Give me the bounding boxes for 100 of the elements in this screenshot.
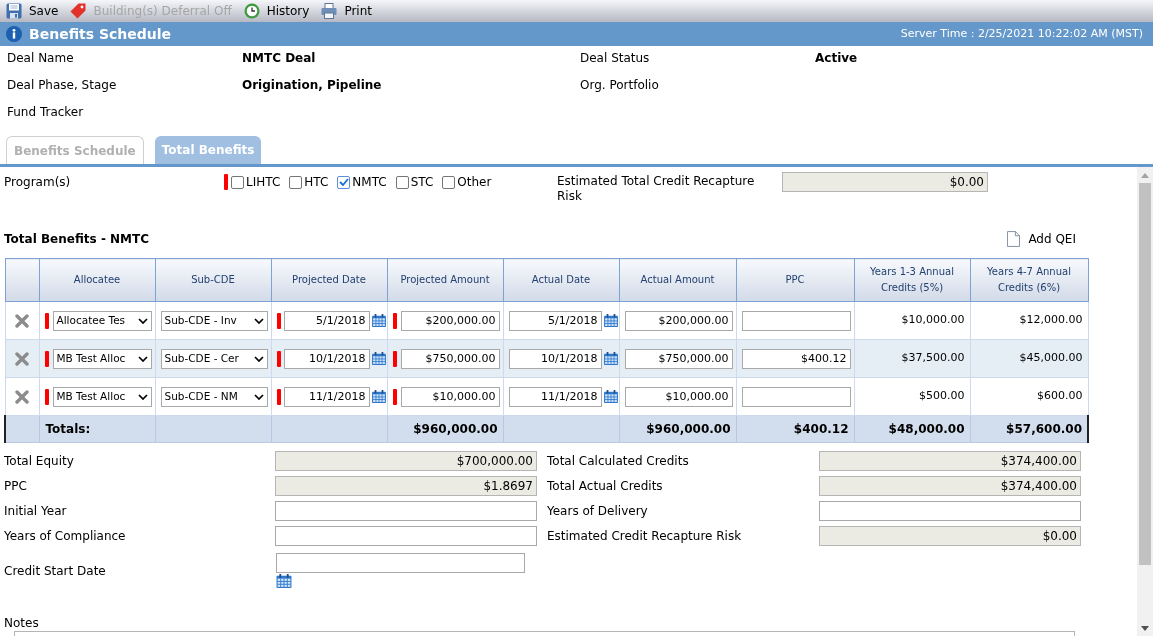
section-title: Total Benefits - NMTC [4,231,149,248]
total-value: $57,600.00 [970,415,1088,443]
dropdown[interactable]: MB Test Alloc [52,386,152,407]
total-value: $48,000.00 [854,415,970,443]
history-button[interactable]: History [237,0,316,22]
chevron-down-icon [253,355,264,362]
readonly-field[interactable]: $0.00 [782,172,988,192]
field-value: Origination, Pipeline [242,78,382,92]
amount-field[interactable]: $750,000.00 [400,348,500,369]
table-cell: $500.00 [854,377,970,416]
table-cell: $12,000.00 [970,301,1088,340]
checkbox[interactable] [337,175,351,189]
amount-field[interactable]: $200,000.00 [624,310,733,331]
field-label: Credit Start Date [4,563,106,578]
field-label: Estimated Credit Recapture Risk [547,529,742,543]
cross-icon[interactable] [15,389,29,404]
readonly-field[interactable]: $0.00 [819,526,1081,546]
dropdown[interactable]: Sub-CDE - Inv [160,310,268,331]
amount-field[interactable]: $200,000.00 [400,310,500,331]
table-cell: $10,000.00 [854,301,970,340]
field-label: Total Equity [4,454,74,468]
table-cell: $37,500.00 [854,339,970,378]
column-header: Sub-CDE [155,258,271,302]
field-label: Deal Name [7,51,74,65]
field-label: Fund Tracker [7,105,84,119]
cross-icon[interactable] [15,313,29,328]
cross-icon[interactable] [15,351,29,366]
calendar-icon[interactable] [371,352,386,365]
save-button[interactable]: Save [0,0,65,22]
checkbox-label: NMTC [352,174,387,191]
input-field[interactable] [275,501,537,521]
add-qei-button[interactable]: Add QEI [1007,230,1076,248]
readonly-field[interactable]: $1.8697 [275,476,537,496]
table-cell: $600.00 [970,377,1088,416]
amount-field[interactable]: $750,000.00 [624,348,733,369]
print-button[interactable]: Print [315,0,378,22]
calendar-icon[interactable] [603,314,618,327]
date-field[interactable]: 11/1/2018 [283,386,370,407]
notes-field[interactable] [14,631,1075,636]
date-field[interactable]: 5/1/2018 [508,310,602,331]
column-header: Projected Date [271,258,387,302]
field-value: Active [815,51,858,65]
dropdown[interactable]: Allocatee Tes [52,310,152,331]
amount-field[interactable]: $10,000.00 [400,386,500,407]
chevron-down-icon [137,393,148,400]
tag-icon [70,3,87,19]
totals-label: Totals: [39,415,155,443]
scrollbar-thumb[interactable] [1139,183,1151,565]
scrollbar[interactable] [1137,167,1153,636]
checkbox[interactable] [395,175,409,189]
column-header: Allocatee [39,258,155,302]
readonly-field[interactable]: $374,400.00 [819,451,1081,471]
arrow-down-icon[interactable] [1141,625,1149,631]
chevron-down-icon [137,317,148,324]
total-value: $960,000.00 [387,415,503,443]
field-label: Total Actual Credits [547,479,663,493]
date-field[interactable] [276,553,525,573]
checkbox-label: Other [457,174,492,191]
table-cell: $45,000.00 [970,339,1088,378]
date-field[interactable]: 5/1/2018 [283,310,370,331]
field-value: NMTC Deal [242,51,316,65]
readonly-field[interactable]: $700,000.00 [275,451,537,471]
chevron-down-icon [137,355,148,362]
date-field[interactable]: 10/1/2018 [283,348,370,369]
readonly-field[interactable]: $374,400.00 [819,476,1081,496]
document-icon [1007,231,1021,247]
field-label: Program(s) [4,174,71,191]
checkbox-label: STC [410,174,434,191]
info-icon [6,26,22,42]
amount-field[interactable] [741,310,851,331]
calendar-icon[interactable] [603,390,618,403]
calendar-icon[interactable] [603,352,618,365]
column-header: Years 1-3 Annual Credits (5%) [854,258,970,302]
checkbox[interactable] [289,175,303,189]
checkbox-label: LIHTC [246,174,281,191]
field-label: PPC [4,479,27,493]
field-label: Deal Phase, Stage [7,78,117,92]
field-label: Years of Compliance [4,529,126,543]
calendar-icon[interactable] [276,574,292,588]
calendar-icon[interactable] [371,314,386,327]
checkbox[interactable] [442,175,456,189]
column-header: Actual Date [503,258,619,302]
server-time: Server Time : 2/25/2021 10:22:02 AM (MST) [900,25,1143,42]
dropdown[interactable]: Sub-CDE - Cer [160,348,268,369]
column-header: PPC [736,258,854,302]
amount-field[interactable] [741,386,851,407]
field-label: Estimated Total Credit Recapture Risk [557,174,756,204]
dropdown[interactable]: MB Test Alloc [52,348,152,369]
amount-field[interactable]: $10,000.00 [624,386,733,407]
input-field[interactable] [819,501,1081,521]
input-field[interactable] [275,526,537,546]
date-field[interactable]: 11/1/2018 [508,386,602,407]
chevron-down-icon [253,317,264,324]
checkmark-icon [338,178,349,186]
amount-field[interactable]: $400.12 [741,348,851,369]
dropdown[interactable]: Sub-CDE - NM [160,386,268,407]
total-value: $400.12 [736,415,854,443]
calendar-icon[interactable] [371,390,386,403]
date-field[interactable]: 10/1/2018 [508,348,602,369]
checkbox[interactable] [231,175,244,189]
